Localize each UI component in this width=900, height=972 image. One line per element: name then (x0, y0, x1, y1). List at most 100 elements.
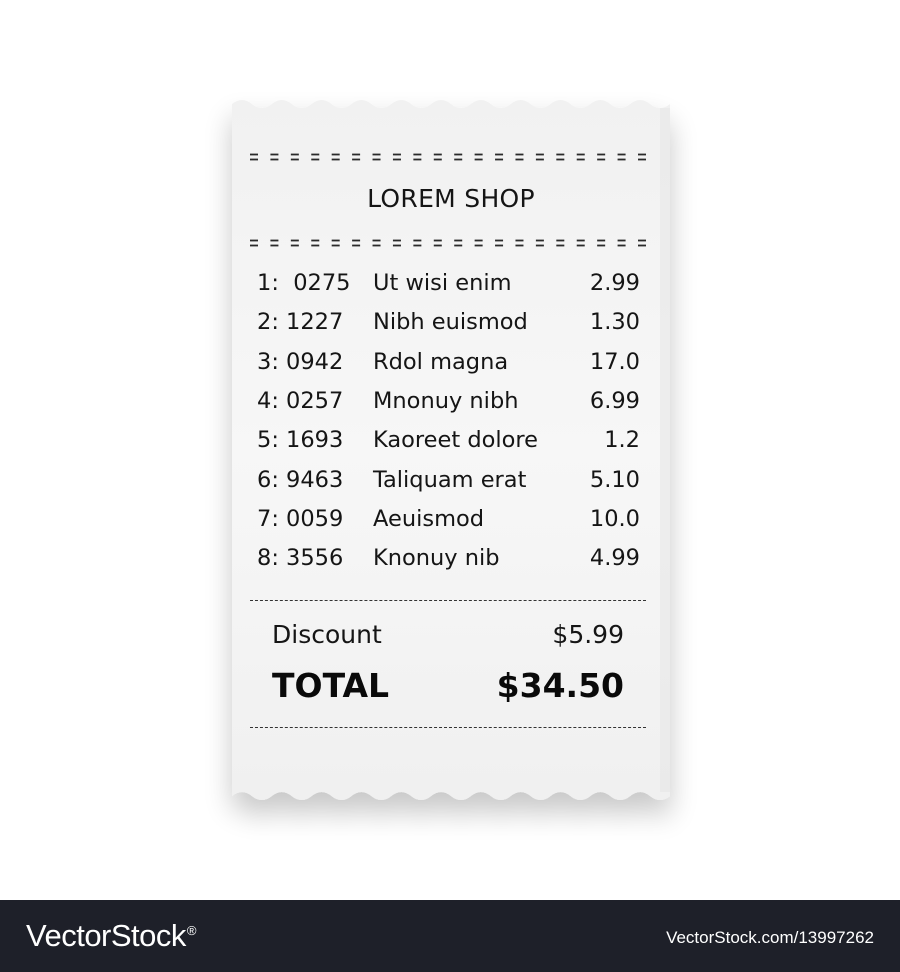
separator-dash (638, 158, 646, 161)
separator-dash (433, 239, 442, 242)
separator-dash (617, 239, 626, 242)
separator-dash (495, 158, 504, 161)
item-name: Aeuismod (373, 505, 485, 532)
separator-dash (597, 239, 606, 242)
separator-dash (311, 153, 320, 156)
separator-dash (290, 239, 299, 242)
separator-dash (433, 153, 442, 156)
double-dash-separator-bottom (250, 239, 646, 247)
separator-dash (474, 158, 483, 161)
separator-dash (250, 158, 258, 161)
item-code: 8: 3556 (257, 545, 344, 572)
separator-dash (454, 153, 463, 156)
separator-dash (474, 153, 483, 156)
separator-dash (535, 244, 544, 247)
separator-dash (515, 239, 524, 242)
separator-dash (352, 158, 361, 161)
canvas: LOREM SHOP 1: 0275 Ut wisi enim 2.99 2: 122… (0, 0, 900, 900)
item-code: 5: 1693 (257, 427, 344, 454)
separator-dash (250, 239, 258, 242)
separator-dash (638, 153, 646, 156)
registered-mark: ® (186, 922, 197, 938)
separator-dash (556, 239, 565, 242)
separator-dash (372, 244, 381, 247)
separator-dash (576, 244, 585, 247)
total-value: $34.50 (496, 666, 624, 705)
separator-dash (331, 153, 340, 156)
item-price: 2.99 (589, 270, 640, 296)
separator-dash (331, 158, 340, 161)
separator-dash (597, 153, 606, 156)
separator-dash (576, 158, 585, 161)
item-code: 1: 0275 (257, 270, 351, 296)
separator-dash (413, 158, 422, 161)
separator-dash (495, 239, 504, 242)
separator-dash (270, 239, 279, 242)
separator-dash (311, 244, 320, 247)
item-row: 4: 0257 Mnonuy nibh 6.99 (232, 388, 670, 418)
item-row: 8: 3556 Knonuy nib 4.99 (232, 545, 670, 575)
separator-dash (535, 239, 544, 242)
separator-dash (392, 153, 401, 156)
separator-dash (372, 153, 381, 156)
image-url: VectorStock.com/13997262 (666, 928, 874, 947)
dash-separator (250, 600, 646, 603)
separator-dash (372, 158, 381, 161)
separator-dash (392, 239, 401, 242)
item-name: Knonuy nib (373, 545, 500, 572)
separator-dash (311, 158, 320, 161)
item-row: 2: 1227 Nibh euismod 1.30 (232, 309, 670, 339)
separator-dash (250, 244, 258, 247)
item-price: 1.30 (589, 309, 640, 336)
item-name: Rdol magna (373, 348, 509, 375)
separator-dash (311, 239, 320, 242)
separator-dash (290, 153, 299, 156)
separator-dash (515, 158, 524, 161)
double-dash-separator-top (250, 153, 646, 161)
separator-dash (576, 239, 585, 242)
item-price: 4.99 (589, 545, 640, 572)
separator-dash (372, 239, 381, 242)
item-code: 7: 0059 (257, 505, 344, 532)
item-row: 6: 9463 Taliquam erat 5.10 (232, 467, 670, 497)
total-label: TOTAL (272, 666, 390, 705)
separator-dash (576, 153, 585, 156)
item-name: Nibh euismod (373, 309, 528, 336)
separator-dash (556, 158, 565, 161)
separator-dash (250, 153, 258, 156)
brand-name: VectorStock (26, 918, 186, 953)
separator-dash (474, 239, 483, 242)
separator-dash (617, 158, 626, 161)
item-name: Kaoreet dolore (373, 427, 538, 454)
separator-dash (556, 244, 565, 247)
separator-dash (352, 244, 361, 247)
separator-dash (515, 153, 524, 156)
separator-dash (454, 239, 463, 242)
separator-dash (413, 239, 422, 242)
item-code: 3: 0942 (257, 348, 344, 375)
item-row: 3: 0942 Rdol magna 17.0 (232, 349, 670, 379)
item-row: 5: 1693 Kaoreet dolore 1.2 (232, 427, 670, 457)
separator-dash (597, 158, 606, 161)
separator-dash (270, 158, 279, 161)
separator-dash (331, 244, 340, 247)
separator-dash (392, 244, 401, 247)
item-code: 6: 9463 (257, 466, 344, 493)
separator-dash (433, 244, 442, 247)
separator-dash (290, 244, 299, 247)
separator-dash (454, 244, 463, 247)
watermark-footer: VectorStock® VectorStock.com/13997262 (0, 900, 900, 972)
separator-dash (454, 158, 463, 161)
separator-dash (535, 153, 544, 156)
separator-dash (638, 239, 646, 242)
separator-dash (392, 158, 401, 161)
separator-dash (290, 158, 299, 161)
separator-dash (495, 244, 504, 247)
separator-dash (331, 239, 340, 242)
discount-value: $5.99 (552, 620, 624, 649)
separator-dash (495, 153, 504, 156)
item-price: 1.2 (604, 427, 640, 454)
item-price: 6.99 (589, 387, 640, 414)
separator-dash (433, 158, 442, 161)
separator-dash (638, 244, 646, 247)
